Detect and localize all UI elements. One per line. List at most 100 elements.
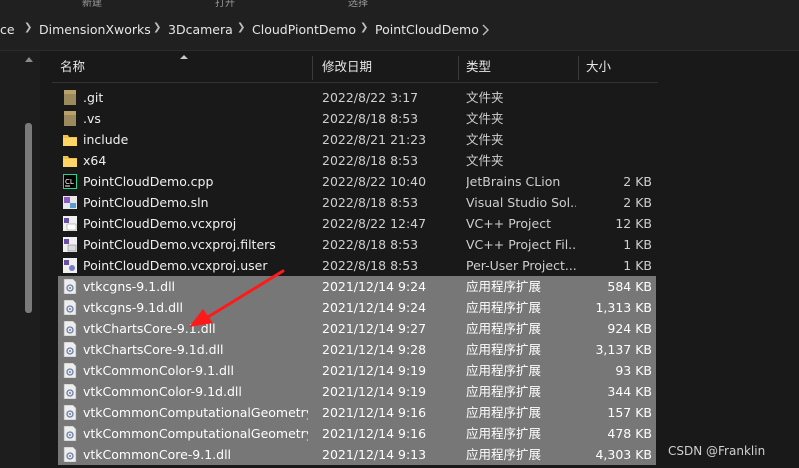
file-row[interactable]: PointCloudDemo.vcxproj 2022/8/22 12:47 VC+… — [58, 213, 656, 234]
file-name[interactable]: PointCloudDemo.vcxproj.user — [83, 255, 308, 276]
file-name[interactable]: x64 — [83, 150, 308, 171]
file-type: 文件夹 — [466, 111, 504, 126]
file-type: 应用程序扩展 — [466, 342, 542, 357]
chevron-right-icon[interactable] — [476, 20, 496, 40]
file-name[interactable]: vtkCommonCore-9.1.dll — [83, 444, 308, 465]
file-name[interactable]: PointCloudDemo.sln — [83, 192, 308, 213]
file-name[interactable]: PointCloudDemo.vcxproj.filters — [83, 234, 308, 255]
file-type: 应用程序扩展 — [466, 321, 542, 336]
file-row[interactable]: vtkCommonComputationalGeometry-... 2021/1… — [58, 423, 656, 444]
file-row[interactable]: .vs 2022/8/18 8:53 文件夹 — [58, 108, 656, 129]
file-row[interactable]: vtkCommonColor-9.1.dll 2021/12/14 9:19 应用程… — [58, 360, 656, 381]
file-name[interactable]: PointCloudDemo.vcxproj — [83, 213, 308, 234]
file-date: 2021/12/14 9:16 — [322, 405, 427, 420]
file-name[interactable]: vtkCommonComputationalGeometry-... — [83, 423, 308, 444]
column-header-size[interactable]: 大小 — [586, 52, 656, 82]
file-name[interactable]: .git — [83, 87, 308, 108]
folder-dim-icon — [63, 111, 77, 126]
vcxproj-user-icon — [63, 258, 77, 273]
dll-icon — [63, 362, 77, 379]
file-date: 2022/8/22 10:40 — [322, 174, 427, 189]
file-row[interactable]: vtkcgns-9.1d.dll 2021/12/14 9:24 应用程序扩展 1,3… — [58, 297, 656, 318]
column-header-row: 名称 修改日期 类型 大小 — [52, 52, 658, 83]
file-size — [578, 150, 652, 171]
file-row[interactable]: include 2022/8/21 21:23 文件夹 — [58, 129, 656, 150]
file-row[interactable]: vtkCommonCore-9.1.dll 2021/12/14 9:13 应用程序… — [58, 444, 656, 465]
dll-icon — [63, 299, 77, 316]
file-name[interactable]: vtkCommonColor-9.1d.dll — [83, 381, 308, 402]
file-name[interactable]: vtkcgns-9.1.dll — [83, 276, 308, 297]
column-divider[interactable] — [578, 56, 579, 80]
file-row[interactable]: vtkCommonComputationalGeometry-... 2021/1… — [58, 402, 656, 423]
scrollbar-thumb[interactable] — [25, 123, 32, 313]
column-header-date[interactable]: 修改日期 — [322, 52, 452, 82]
toolbar-select-label[interactable]: 选择 — [348, 0, 368, 9]
svg-text:CL: CL — [65, 178, 74, 186]
file-row[interactable]: vtkcgns-9.1.dll 2021/12/14 9:24 应用程序扩展 584 … — [58, 276, 656, 297]
file-date: 2021/12/14 9:19 — [322, 384, 427, 399]
file-row[interactable]: CL PointCloudDemo.cpp 2022/8/22 10:40 JetBr… — [58, 171, 656, 192]
file-name[interactable]: vtkChartsCore-9.1d.dll — [83, 339, 308, 360]
breadcrumb-item-cloudpiontdemo[interactable]: CloudPiontDemo — [252, 22, 356, 37]
file-name[interactable]: vtkCommonComputationalGeometry-... — [83, 402, 308, 423]
file-date: 2022/8/18 8:53 — [322, 195, 419, 210]
file-type: 文件夹 — [466, 132, 504, 147]
file-date: 2022/8/22 12:47 — [322, 216, 427, 231]
column-divider[interactable] — [458, 56, 459, 80]
file-date: 2022/8/18 8:53 — [322, 237, 419, 252]
file-name[interactable]: PointCloudDemo.cpp — [83, 171, 308, 192]
file-row[interactable]: vtkCommonColor-9.1d.dll 2021/12/14 9:19 应用… — [58, 381, 656, 402]
breadcrumb-item-pointclouddemo[interactable]: PointCloudDemo — [375, 22, 479, 37]
file-type: 应用程序扩展 — [466, 363, 542, 378]
dll-icon — [63, 404, 77, 421]
chevron-right-icon: ❯ — [153, 22, 162, 33]
file-size — [578, 87, 652, 108]
file-size: 157 KB — [607, 405, 652, 420]
breadcrumb-item-ce[interactable]: ce — [0, 22, 15, 37]
file-type: 文件夹 — [466, 90, 504, 105]
file-size: 93 KB — [615, 363, 652, 378]
dll-icon — [63, 446, 77, 463]
file-date: 2021/12/14 9:27 — [322, 321, 427, 336]
breadcrumb-item-dimensionxworks[interactable]: DimensionXworks — [39, 22, 151, 37]
file-size: 12 KB — [615, 216, 652, 231]
column-divider[interactable] — [312, 56, 313, 80]
file-size: 344 KB — [607, 384, 652, 399]
folder-icon — [63, 153, 77, 168]
file-size: 478 KB — [607, 426, 652, 441]
file-type: 文件夹 — [466, 153, 504, 168]
file-size: 924 KB — [607, 321, 652, 336]
file-date: 2021/12/14 9:13 — [322, 447, 427, 462]
column-header-type[interactable]: 类型 — [466, 52, 576, 82]
scroll-up-icon[interactable] — [25, 57, 33, 62]
file-name[interactable]: vtkCommonColor-9.1.dll — [83, 360, 308, 381]
file-row[interactable]: PointCloudDemo.vcxproj.user 2022/8/18 8:5… — [58, 255, 656, 276]
file-name[interactable]: vtkcgns-9.1d.dll — [83, 297, 308, 318]
file-row[interactable]: PointCloudDemo.sln 2022/8/18 8:53 Visual S… — [58, 192, 656, 213]
file-row[interactable]: vtkChartsCore-9.1.dll 2021/12/14 9:27 应用程序… — [58, 318, 656, 339]
file-name[interactable]: include — [83, 129, 308, 150]
dll-icon — [63, 383, 77, 400]
toolbar-open-label[interactable]: 打开 — [215, 0, 235, 9]
file-size: 1 KB — [623, 258, 652, 273]
file-row[interactable]: PointCloudDemo.vcxproj.filters 2022/8/18 … — [58, 234, 656, 255]
file-size — [578, 108, 652, 129]
file-size: 3,137 KB — [595, 342, 652, 357]
file-size: 2 KB — [623, 195, 652, 210]
folder-dim-icon — [63, 90, 77, 105]
navigation-scrollbar[interactable] — [22, 51, 36, 468]
file-row[interactable]: x64 2022/8/18 8:53 文件夹 — [58, 150, 656, 171]
dll-icon — [63, 341, 77, 358]
breadcrumb-item-3dcamera[interactable]: 3Dcamera — [168, 22, 233, 37]
file-row[interactable]: vtkChartsCore-9.1d.dll 2021/12/14 9:28 应用程… — [58, 339, 656, 360]
file-name[interactable]: .vs — [83, 108, 308, 129]
toolbar-new-label[interactable]: 新建 — [82, 0, 102, 9]
file-row[interactable]: .git 2022/8/22 3:17 文件夹 — [58, 87, 656, 108]
column-header-name[interactable]: 名称 — [60, 52, 310, 82]
file-date: 2021/12/14 9:19 — [322, 363, 427, 378]
vcxproj-filters-icon — [63, 237, 77, 252]
dll-icon — [63, 425, 77, 442]
file-size: 584 KB — [607, 279, 652, 294]
file-type: JetBrains CLion — [466, 174, 561, 189]
file-name[interactable]: vtkChartsCore-9.1.dll — [83, 318, 308, 339]
